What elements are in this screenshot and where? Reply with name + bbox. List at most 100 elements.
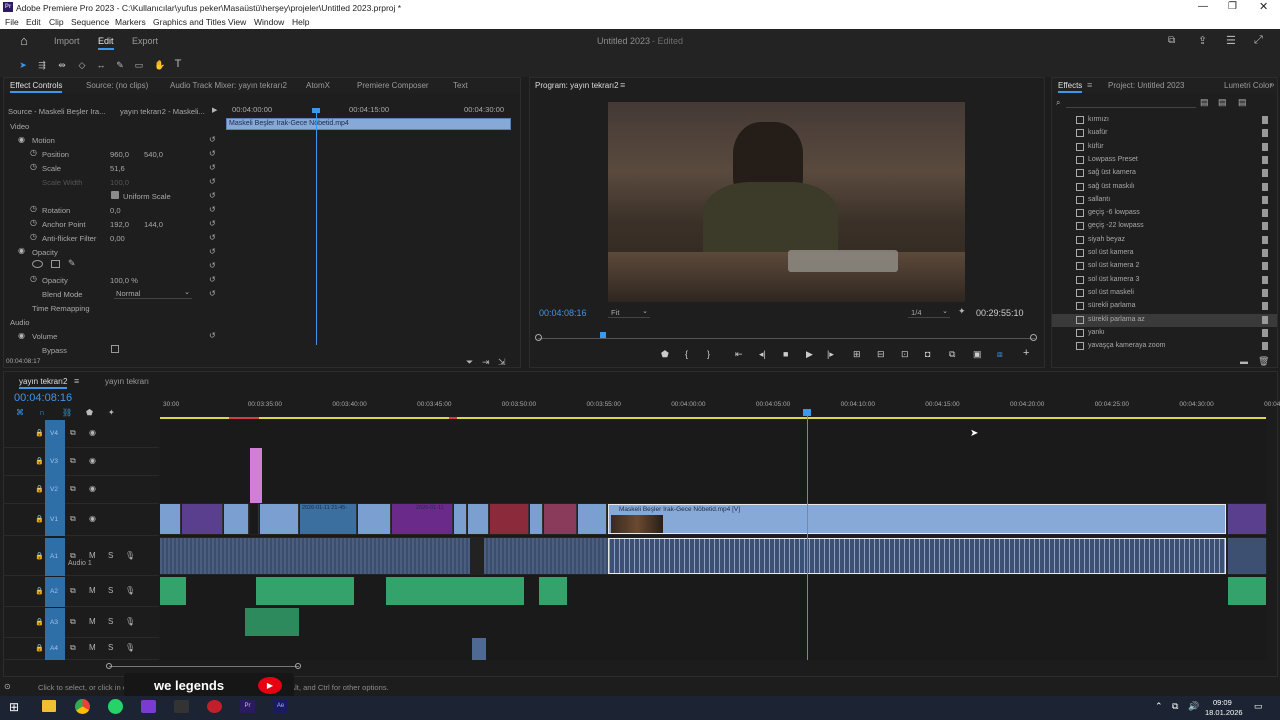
solo-icon[interactable]: S [108, 643, 113, 652]
play-icon[interactable]: ▶ [806, 349, 813, 360]
track-select-icon[interactable]: ⇶ [37, 60, 47, 70]
menu-view[interactable]: View [228, 17, 246, 27]
search-icon[interactable]: ⌕ [1056, 98, 1060, 108]
lock-icon[interactable]: 🔒 [35, 618, 44, 626]
scrub-start-handle[interactable] [535, 334, 542, 341]
mark-out-icon[interactable]: } [707, 349, 710, 359]
ellipse-mask-icon[interactable] [32, 260, 43, 268]
lock-icon[interactable]: 🔒 [35, 587, 44, 595]
yuv-icon[interactable]: ▤ [1238, 97, 1247, 108]
stopwatch-icon[interactable]: ◷ [30, 232, 37, 241]
ec-clip-bar[interactable]: Maskeli Beşler Irak-Gece Nöbetid.mp4 [226, 118, 511, 130]
lock-icon[interactable]: 🔒 [35, 429, 44, 437]
go-to-in-icon[interactable]: ⇤ [735, 349, 743, 360]
whatsapp-icon[interactable] [108, 699, 123, 714]
sync-lock-icon[interactable]: ⧉ [70, 586, 76, 596]
anchor-x[interactable]: 192,0 [110, 220, 129, 229]
tab-premiere-composer[interactable]: Premiere Composer [357, 81, 429, 90]
menu-graphics[interactable]: Graphics and Titles [153, 17, 226, 27]
pink-graphic-clip[interactable] [250, 448, 262, 503]
eye-icon[interactable]: ◉ [89, 428, 96, 437]
effects-list-item[interactable]: sol üst maskeli [1052, 287, 1277, 300]
v1-clip[interactable] [224, 504, 249, 534]
eye-icon[interactable]: ◉ [89, 484, 96, 493]
a4-clip[interactable] [472, 638, 486, 660]
effects-list-item[interactable]: kırmızı [1052, 114, 1277, 127]
tab-text[interactable]: Text [453, 81, 468, 90]
scroll-handle-left[interactable] [106, 663, 112, 669]
type-tool-icon[interactable]: T [173, 59, 183, 70]
effects-list-item[interactable]: yavaşça kameraya zoom [1052, 340, 1277, 353]
extract-icon[interactable]: ⊟ [877, 349, 885, 360]
v1-clip[interactable] [250, 504, 259, 534]
play-only-icon[interactable]: ▶ [212, 106, 217, 114]
menu-sequence[interactable]: Sequence [71, 17, 109, 27]
premiere-taskbar-icon[interactable]: Pr [240, 700, 255, 713]
notification-icon[interactable]: ▭ [1254, 701, 1263, 712]
eye-icon[interactable]: ◉ [89, 456, 96, 465]
razor-icon[interactable]: ◇ [77, 60, 87, 70]
accelerated-icon[interactable]: ▤ [1200, 97, 1209, 108]
effects-list-item[interactable]: yankı [1052, 327, 1277, 340]
sync-lock-icon[interactable]: ⧉ [70, 514, 76, 524]
pen-mask-icon[interactable]: ✎ [68, 258, 76, 269]
stopwatch-icon[interactable]: ◷ [30, 148, 37, 157]
stopwatch-icon[interactable]: ◷ [30, 218, 37, 227]
source-label[interactable]: Source - Maskeli Beşler Ira... [8, 107, 105, 116]
panel-menu-icon[interactable]: ≡ [74, 376, 79, 386]
tray-chevron-icon[interactable]: ⌃ [1155, 701, 1163, 712]
v1-clip[interactable] [160, 504, 181, 534]
lock-icon[interactable]: 🔒 [35, 515, 44, 523]
pen-icon[interactable]: ✎ [115, 60, 125, 70]
anti-flicker-value[interactable]: 0,00 [110, 234, 125, 243]
menu-window[interactable]: Window [254, 17, 284, 27]
tab-project[interactable]: Project: Untitled 2023 [1108, 81, 1185, 90]
new-folder-icon[interactable]: ▬ [1240, 357, 1248, 366]
effects-list-item[interactable]: kuafür [1052, 127, 1277, 140]
rect-mask-icon[interactable] [51, 260, 60, 268]
ec-playhead[interactable] [316, 110, 317, 345]
sync-lock-icon[interactable]: ⧉ [70, 484, 76, 494]
effects-list-item[interactable]: sol üst kamera 3 [1052, 274, 1277, 287]
a2-clip[interactable] [386, 577, 524, 605]
effects-list-item[interactable]: sürekli parlama az [1052, 313, 1277, 327]
wrench-icon[interactable]: ✦ [108, 408, 115, 417]
menu-clip[interactable]: Clip [49, 17, 64, 27]
menu-help[interactable]: Help [292, 17, 309, 27]
effects-list-item[interactable]: geçiş -22 lowpass [1052, 220, 1277, 233]
menu-file[interactable]: File [5, 17, 19, 27]
tab-source[interactable]: Source: (no clips) [86, 81, 148, 90]
solo-icon[interactable]: S [108, 551, 113, 560]
effects-list-item[interactable]: sallantı [1052, 194, 1277, 207]
lift-icon[interactable]: ⊞ [853, 349, 861, 360]
bypass-checkbox[interactable] [111, 345, 119, 353]
microphone-icon[interactable]: 🎙 [125, 586, 135, 595]
scrub-end-handle[interactable] [1030, 334, 1037, 341]
solo-icon[interactable]: S [108, 617, 113, 626]
effects-list-item[interactable]: sol üst kamera [1052, 247, 1277, 260]
resolution-select[interactable]: 1/4 ⌄ [908, 306, 950, 318]
blend-mode-select[interactable]: Normal ⌄ [114, 287, 192, 299]
stopwatch-icon[interactable]: ◷ [30, 204, 37, 213]
panel-menu-icon[interactable]: ≡ [620, 80, 625, 90]
ripple-icon[interactable]: ⇥ [482, 357, 490, 368]
position-y[interactable]: 540,0 [144, 150, 163, 159]
step-forward-icon[interactable]: |▸ [827, 349, 834, 360]
wrench-icon[interactable]: ✦ [958, 306, 966, 317]
v1-clip[interactable] [530, 504, 543, 534]
step-back-icon[interactable]: ◂| [759, 349, 766, 360]
safe-margins-icon[interactable]: ▣ [973, 349, 982, 360]
v1-main-clip[interactable]: Maskeli Beşler Irak-Gece Nöbetid.mp4 [V] [608, 504, 1226, 534]
a1-main-clip[interactable] [608, 538, 1226, 574]
tab-lumetri[interactable]: Lumetri Color [1224, 81, 1272, 90]
v1-clip[interactable] [544, 504, 577, 534]
lock-icon[interactable]: 🔒 [35, 457, 44, 465]
effects-list-item[interactable]: geçiş -6 lowpass [1052, 207, 1277, 220]
v1-clip[interactable] [490, 504, 529, 534]
v1-clip[interactable] [454, 504, 467, 534]
program-playhead[interactable] [600, 332, 606, 338]
position-x[interactable]: 960,0 [110, 150, 129, 159]
selection-tool-icon[interactable]: ➤ [18, 60, 28, 70]
linked-icon[interactable]: ⛓ [62, 408, 72, 417]
tab-edit[interactable]: Edit [98, 36, 114, 50]
